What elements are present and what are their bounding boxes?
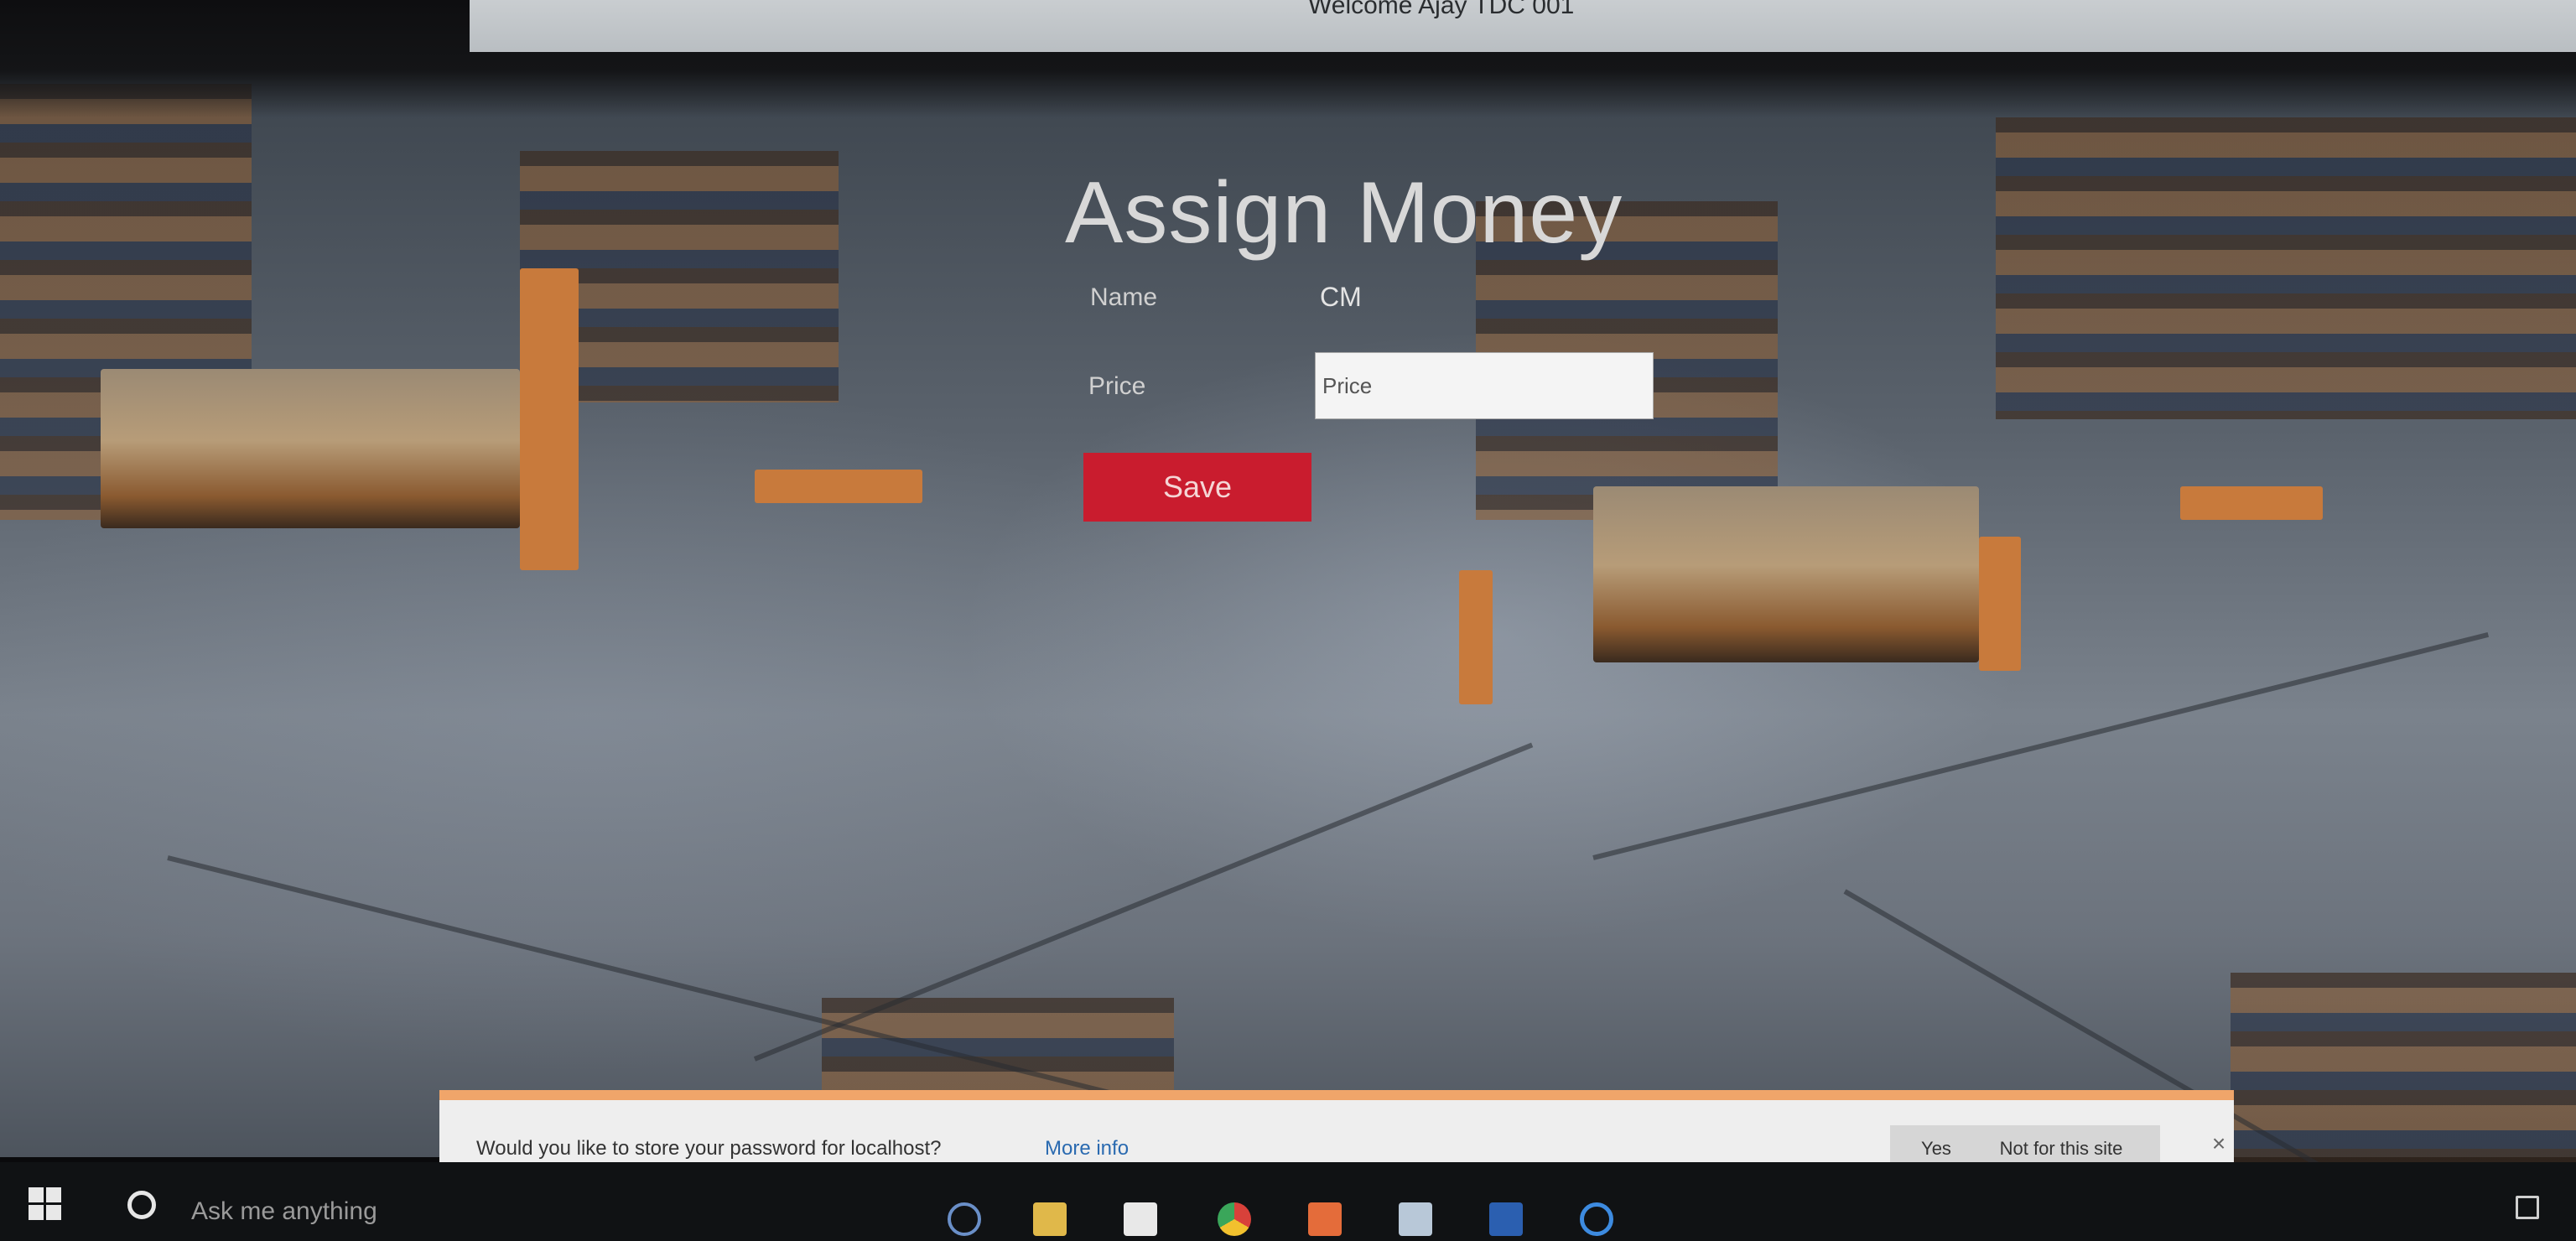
- start-pane: [46, 1187, 61, 1202]
- price-label: Price: [1088, 372, 1146, 400]
- orange-beam-right: [2180, 486, 2323, 520]
- task-view-icon[interactable]: [948, 1202, 981, 1236]
- save-button[interactable]: Save: [1083, 453, 1311, 522]
- taskbar-search-box[interactable]: Ask me anything: [191, 1197, 377, 1226]
- page-title: Assign Money: [1065, 164, 1623, 262]
- pallet-jack-right: [1979, 537, 2021, 671]
- shelf-right: [1996, 117, 2576, 419]
- pallet-right: [1593, 486, 1979, 662]
- start-icon[interactable]: [29, 1187, 62, 1221]
- name-value: CM: [1320, 282, 1362, 312]
- internet-explorer-icon[interactable]: [1580, 1202, 1613, 1236]
- paint-icon[interactable]: [1308, 1202, 1342, 1236]
- chrome-icon[interactable]: [1218, 1202, 1251, 1236]
- start-pane: [29, 1205, 44, 1220]
- name-label: Name: [1090, 283, 1158, 311]
- welcome-text: Welcome Ajay TDC 001: [1308, 0, 1575, 19]
- start-pane: [29, 1187, 44, 1202]
- pallet-jack-left: [520, 268, 579, 570]
- store-icon[interactable]: [1124, 1202, 1157, 1236]
- orange-beam-left: [755, 470, 922, 503]
- taskbar: Ask me anything: [0, 1162, 2576, 1241]
- price-input[interactable]: [1315, 352, 1654, 419]
- start-pane: [46, 1205, 61, 1220]
- pallet-left: [101, 369, 520, 528]
- orange-post-center: [1459, 570, 1493, 704]
- file-explorer-icon[interactable]: [1033, 1202, 1067, 1236]
- screen: Welcome Ajay TDC 001 Assign Money Name C…: [0, 0, 2576, 1241]
- password-save-prompt: Would you like to store your password fo…: [476, 1137, 942, 1160]
- recycle-bin-icon[interactable]: [1399, 1202, 1432, 1236]
- cortana-icon[interactable]: [127, 1191, 156, 1219]
- ceiling-beam-3: [1592, 631, 2490, 860]
- word-icon[interactable]: [1489, 1202, 1523, 1236]
- more-info-link[interactable]: More info: [1045, 1137, 1129, 1161]
- close-icon[interactable]: ×: [2207, 1132, 2231, 1155]
- notification-icon[interactable]: [2516, 1196, 2539, 1219]
